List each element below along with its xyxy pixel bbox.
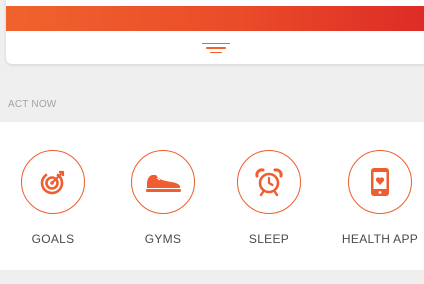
- target-icon: [40, 170, 65, 195]
- summary-card: [6, 0, 424, 64]
- alarm-clock-icon: [255, 168, 283, 197]
- sleep-label: SLEEP: [248, 232, 290, 246]
- goals-action[interactable]: GOALS: [3, 122, 103, 270]
- sneaker-icon: [146, 175, 181, 192]
- gyms-label: GYMS: [144, 232, 182, 246]
- act-now-panel: GOALS GYMS SLEEP HEALTH APP: [0, 122, 424, 270]
- goals-icon-circle: [21, 150, 85, 214]
- act-now-heading: ACT NOW: [8, 99, 57, 110]
- phone-heart-icon: [371, 168, 389, 196]
- summary-gradient-bar: [6, 6, 424, 31]
- goals-label: GOALS: [31, 232, 75, 246]
- health-app-label: HEALTH APP: [341, 232, 419, 246]
- health-app-icon-circle: [348, 150, 412, 214]
- gyms-action[interactable]: GYMS: [113, 122, 213, 270]
- sleep-action[interactable]: SLEEP: [219, 122, 319, 270]
- expand-handle-icon[interactable]: [196, 38, 236, 58]
- health-app-action[interactable]: HEALTH APP: [330, 122, 424, 270]
- gyms-icon-circle: [131, 150, 195, 214]
- sleep-icon-circle: [237, 150, 301, 214]
